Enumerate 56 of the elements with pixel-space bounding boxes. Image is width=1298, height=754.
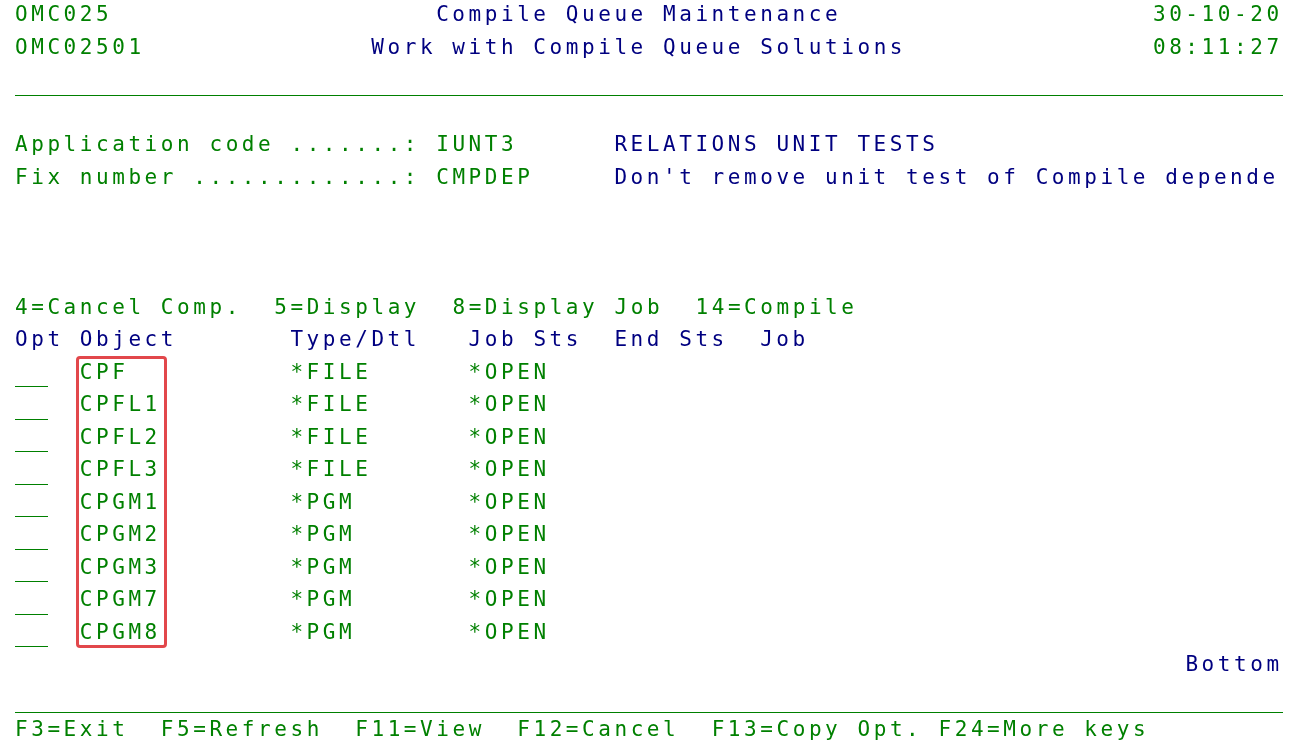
column-header: End Sts	[614, 326, 729, 354]
screen-title: Compile Queue Maintenance	[436, 1, 842, 29]
object-name: CPGM8	[79, 618, 162, 646]
option-legend: 8=Display Job	[452, 292, 664, 321]
object-name: CPGM7	[79, 586, 162, 614]
option-legend: 14=Compile	[695, 292, 858, 321]
object-type: *FILE	[290, 423, 373, 451]
position-indicator: Bottom	[1185, 651, 1283, 679]
object-type: *FILE	[290, 358, 373, 386]
column-header: Job Sts	[468, 326, 583, 354]
object-type: *FILE	[290, 391, 373, 419]
object-name: CPGM2	[79, 521, 162, 549]
object-name: CPGM3	[79, 553, 162, 581]
field-value: CMPDEP	[436, 163, 535, 191]
field-value: IUNT3	[436, 131, 519, 159]
option-legend: 5=Display	[274, 292, 421, 321]
job-status: *OPEN	[468, 391, 551, 419]
object-type: *PGM	[290, 618, 357, 646]
time-text: 08:11:27	[1152, 33, 1283, 61]
field-label: Application code .......:	[15, 131, 422, 159]
job-status: *OPEN	[468, 586, 551, 614]
option-legend: 4=Cancel Comp.	[15, 292, 242, 321]
job-status: *OPEN	[468, 423, 551, 451]
object-name: CPFL3	[79, 456, 162, 484]
object-name: CPF	[79, 358, 130, 386]
object-name: CPFL1	[79, 391, 162, 419]
program-name: OMC025	[15, 1, 113, 29]
date-text: 30-10-20	[1152, 1, 1283, 29]
field-label: Fix number .............:	[15, 163, 422, 191]
job-status: *OPEN	[468, 488, 551, 516]
object-type: *PGM	[290, 553, 357, 581]
column-header: Type/Dtl	[290, 326, 421, 354]
format-name: OMC02501	[15, 33, 145, 61]
job-status: *OPEN	[468, 358, 551, 386]
object-name: CPGM1	[79, 488, 162, 516]
column-header: Job	[760, 326, 810, 354]
function-key: F12=Cancel	[517, 715, 680, 744]
object-type: *PGM	[290, 586, 357, 614]
function-key: F24=More keys	[938, 715, 1150, 744]
object-type: *FILE	[290, 456, 373, 484]
object-type: *PGM	[290, 488, 357, 516]
column-header: Object	[79, 326, 178, 354]
job-status: *OPEN	[468, 456, 551, 484]
job-status: *OPEN	[468, 618, 551, 646]
job-status: *OPEN	[468, 521, 551, 549]
column-header: Opt	[15, 326, 65, 354]
function-key: F5=Refresh	[160, 715, 323, 744]
screen-subtitle: Work with Compile Queue Solutions	[371, 33, 907, 61]
job-status: *OPEN	[468, 553, 551, 581]
field-description: RELATIONS UNIT TESTS	[614, 131, 940, 159]
function-key: F11=View	[355, 715, 485, 744]
object-type: *PGM	[290, 521, 357, 549]
function-key: F3=Exit	[15, 715, 129, 744]
field-description: Don't remove unit test of Compile depende	[614, 163, 1280, 191]
function-key: F13=Copy Opt.	[711, 715, 923, 744]
object-name: CPFL2	[79, 423, 162, 451]
